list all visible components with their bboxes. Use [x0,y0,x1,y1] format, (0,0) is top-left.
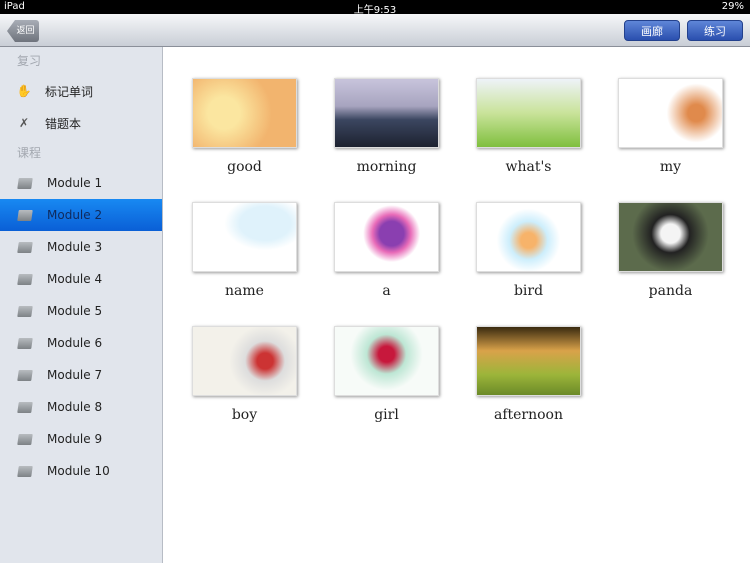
section-header-course: 课程 [17,146,42,160]
folder-icon [17,401,33,413]
sidebar-item-module-1[interactable]: Module 1 [0,167,162,199]
word-caption: my [659,159,682,175]
word-caption: panda [648,283,693,299]
word-image[interactable] [476,326,581,396]
sidebar-item-module-2[interactable]: Module 2 [0,199,162,231]
gallery-button[interactable]: 画廊 [624,20,680,41]
nav-bar: 返回 画廊 练习 [0,14,750,47]
word-image[interactable] [618,78,723,148]
sidebar-item-mistake-book[interactable]: ✗ 错题本 [0,107,162,139]
word-caption: afternoon [493,407,564,423]
sidebar-item-module-3[interactable]: Module 3 [0,231,162,263]
word-caption: a [382,283,391,299]
battery-level: 29% [721,1,744,12]
word-card[interactable]: a [334,202,439,299]
practice-button[interactable]: 练习 [687,20,743,41]
sidebar-item-label: Module 1 [47,176,103,190]
status-bar: iPad 上午9:53 29% [0,0,750,16]
word-caption: name [225,283,264,299]
sidebar-item-label: 错题本 [45,116,82,131]
folder-icon [17,433,33,445]
word-image[interactable] [618,202,723,272]
word-caption: bird [513,283,544,299]
word-card[interactable]: boy [192,326,297,423]
sidebar-item-label: Module 7 [47,368,103,382]
sidebar-item-label: Module 3 [47,240,103,254]
mistake-book-icon: ✗ [18,116,30,130]
word-image[interactable] [334,326,439,396]
sidebar-item-module-6[interactable]: Module 6 [0,327,162,359]
sidebar-item-module-4[interactable]: Module 4 [0,263,162,295]
sidebar-item-label: Module 4 [47,272,103,286]
word-caption: boy [231,407,258,423]
word-card[interactable]: bird [476,202,581,299]
folder-icon [17,209,33,221]
sidebar-item-label: Module 6 [47,336,103,350]
sidebar: 复习 ✋ 标记单词 ✗ 错题本 课程 Module 1 Module 2 Module … [0,47,163,563]
sidebar-item-module-5[interactable]: Module 5 [0,295,162,327]
word-image[interactable] [192,326,297,396]
word-card[interactable]: panda [618,202,723,299]
word-image[interactable] [192,78,297,148]
sidebar-item-label: Module 10 [47,464,110,478]
word-card[interactable]: my [618,78,723,175]
sidebar-item-label: Module 8 [47,400,103,414]
folder-icon [17,273,33,285]
back-button[interactable]: 返回 [7,20,39,42]
folder-icon [17,465,33,477]
word-caption: girl [374,407,399,423]
sidebar-item-module-10[interactable]: Module 10 [0,455,162,487]
word-caption: morning [356,159,417,175]
word-image[interactable] [476,202,581,272]
word-card[interactable]: afternoon [476,326,581,423]
sidebar-item-marked-words[interactable]: ✋ 标记单词 [0,75,162,107]
word-image[interactable] [334,78,439,148]
folder-icon [17,305,33,317]
sidebar-item-label: Module 2 [47,208,103,222]
word-card[interactable]: girl [334,326,439,423]
word-card[interactable]: what's [476,78,581,175]
sidebar-item-label: 标记单词 [45,84,94,99]
word-caption: what's [505,159,552,175]
word-image[interactable] [192,202,297,272]
word-image[interactable] [334,202,439,272]
section-header-review: 复习 [17,54,42,68]
word-card[interactable]: name [192,202,297,299]
word-card[interactable]: good [192,78,297,175]
sidebar-item-label: Module 5 [47,304,103,318]
word-image[interactable] [476,78,581,148]
folder-icon [17,177,33,189]
hand-icon: ✋ [16,84,32,98]
sidebar-item-module-8[interactable]: Module 8 [0,391,162,423]
word-caption: good [227,159,262,175]
sidebar-item-label: Module 9 [47,432,103,446]
folder-icon [17,241,33,253]
folder-icon [17,369,33,381]
word-card[interactable]: morning [334,78,439,175]
sidebar-item-module-7[interactable]: Module 7 [0,359,162,391]
folder-icon [17,337,33,349]
sidebar-item-module-9[interactable]: Module 9 [0,423,162,455]
